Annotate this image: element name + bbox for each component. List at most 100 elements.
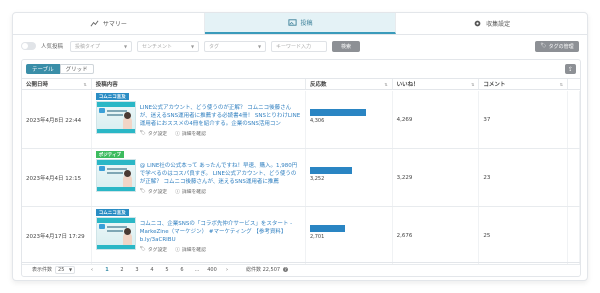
col-likes-label: いいね！: [396, 82, 419, 88]
tag-setting-link[interactable]: 🏷 タグ設定: [140, 188, 167, 195]
page-ellipsis: …: [194, 266, 200, 273]
help-icon[interactable]: ?: [283, 267, 289, 272]
tag-icon: 🏷: [139, 247, 146, 252]
gear-icon: [474, 20, 481, 27]
tag-placeholder: タグ: [209, 43, 220, 50]
col-date[interactable]: 公開日時 ⇅: [22, 79, 92, 89]
tab-summary-label: サマリー: [102, 21, 127, 28]
tag-manage-button[interactable]: 🏷 タグの管理: [535, 40, 579, 52]
posts-table-panel: テーブル グリッド ⇪ 公開日時 ⇅ 投稿内容 反応数 ⇅ いいね！ ⇅ コメント ⇅ …: [21, 59, 581, 277]
chart-line-icon: [90, 20, 99, 27]
reactions-cell: 4,306: [306, 91, 393, 148]
export-icon[interactable]: ⇪: [565, 64, 576, 74]
post-thumbnail[interactable]: [95, 217, 136, 250]
post-thumbnail[interactable]: [95, 159, 136, 192]
tag-setting-label: タグ設定: [147, 190, 168, 195]
detail-link[interactable]: ⓘ 詳細を確認: [175, 130, 206, 137]
per-page-select[interactable]: 25 ▼: [55, 265, 76, 274]
per-page-value: 25: [58, 266, 65, 273]
page-link[interactable]: 5: [161, 266, 173, 274]
row-date: 2023年4月17日 17:29: [22, 207, 92, 264]
comments-cell: 25: [479, 207, 569, 264]
total-count-label: 総件数 22,507: [246, 267, 281, 273]
table-row[interactable]: 2023年4月4日 12:15 ポジティブ @ LINE社の公式本って あったん…: [22, 149, 580, 207]
detail-link[interactable]: ⓘ 詳細を確認: [175, 188, 206, 195]
post-type-select[interactable]: 投稿タイプ ▼: [70, 40, 133, 52]
camera-icon: [98, 108, 105, 113]
next-page-icon[interactable]: ›: [221, 266, 233, 274]
detail-label: 詳細を確認: [181, 190, 206, 195]
view-switch: テーブル グリッド: [26, 64, 94, 74]
search-button[interactable]: 検索: [332, 40, 361, 52]
tag-select[interactable]: タグ ▼: [204, 40, 267, 52]
sort-icon: ⇅: [384, 81, 388, 87]
tag-manage-label: タグの管理: [548, 43, 574, 50]
table-header: 公開日時 ⇅ 投稿内容 反応数 ⇅ いいね！ ⇅ コメント ⇅: [22, 78, 580, 90]
chevron-down-icon: ▼: [68, 267, 73, 272]
post-text[interactable]: コムニコ、企業SNSの「コラボ先仲介サービス」をスタート - MarkeZine…: [140, 220, 301, 244]
tab-collect-settings[interactable]: 収集設定: [396, 13, 587, 34]
page-link[interactable]: 4: [146, 266, 158, 274]
sort-icon: ⇅: [559, 81, 564, 87]
app-frame: サマリー 投稿 収集設定 人気投稿 投稿タイプ ▼ センチメント ▼ タグ ▼ …: [12, 12, 588, 281]
tag-icon: 🏷: [540, 43, 547, 49]
extra-cell: [568, 91, 580, 148]
table-row[interactable]: 2023年4月17日 17:29 コムニコ言及 コムニコ、企業SNSの「コラボ先…: [22, 207, 580, 265]
post-content: コムニコ言及 LINE公式アカウント、どう使うのが正解？ コムニコ後藤さんが、迷…: [92, 91, 306, 148]
tab-posts[interactable]: 投稿: [204, 13, 397, 34]
sort-icon: ⇅: [83, 81, 87, 87]
col-reactions[interactable]: 反応数 ⇅: [306, 79, 393, 89]
table-row[interactable]: 2023年4月8日 22:44 コムニコ言及 LINE公式アカウント、どう使うの…: [22, 91, 580, 149]
col-likes[interactable]: いいね！ ⇅: [393, 79, 480, 89]
col-reactions-label: 反応数: [309, 82, 327, 88]
post-badge: ポジティブ: [95, 151, 124, 158]
post-badge: コムニコ言及: [95, 93, 129, 100]
post-actions: 🏷 タグ設定 ⓘ 詳細を確認: [140, 246, 206, 253]
view-grid-button[interactable]: グリッド: [59, 64, 94, 74]
post-actions: 🏷 タグ設定 ⓘ 詳細を確認: [140, 188, 206, 195]
tag-setting-link[interactable]: 🏷 タグ設定: [140, 130, 167, 137]
detail-link[interactable]: ⓘ 詳細を確認: [175, 246, 206, 253]
post-thumbnail[interactable]: [95, 101, 136, 134]
reactions-bar: [309, 167, 353, 174]
info-icon: ⓘ: [175, 132, 180, 137]
popular-toggle[interactable]: [21, 42, 36, 50]
col-comments[interactable]: コメント ⇅: [479, 79, 569, 89]
detail-label: 詳細を確認: [181, 132, 206, 137]
image-post-icon: [287, 19, 297, 26]
sentiment-placeholder: センチメント: [142, 43, 173, 50]
tag-setting-link[interactable]: 🏷 タグ設定: [140, 246, 167, 253]
reactions-cell: 3,252: [306, 149, 393, 206]
reactions-cell: 2,701: [306, 207, 393, 264]
keyword-input[interactable]: キーワード入力: [271, 40, 328, 52]
keyword-placeholder: キーワード入力: [276, 43, 312, 50]
last-page-link[interactable]: 400: [206, 266, 218, 274]
comments-cell: 23: [479, 149, 569, 206]
pagination: 表示件数 25 ▼ ‹ 1 2 3 4 5 6 … 400 › 総件数 22,5…: [22, 262, 580, 276]
tag-icon: 🏷: [139, 189, 146, 194]
page-link[interactable]: 6: [176, 266, 188, 274]
prev-page-icon[interactable]: ‹: [86, 266, 98, 274]
per-page-label: 表示件数: [32, 267, 53, 273]
tab-collect-settings-label: 収集設定: [486, 21, 511, 28]
row-date: 2023年4月8日 22:44: [22, 91, 92, 148]
col-content: 投稿内容: [92, 79, 306, 89]
tag-setting-label: タグ設定: [147, 132, 168, 137]
col-content-label: 投稿内容: [95, 82, 118, 88]
sentiment-select[interactable]: センチメント ▼: [137, 40, 200, 52]
post-text[interactable]: LINE公式アカウント、どう使うのが正解？ コムニコ後藤さんが、迷えるSNS運用…: [140, 104, 301, 128]
reactions-value: 2,701: [309, 234, 325, 240]
page-link[interactable]: 3: [131, 266, 143, 274]
total-count: 総件数 22,507 ?: [246, 266, 289, 273]
page-link[interactable]: 2: [116, 266, 128, 274]
col-date-label: 公開日時: [26, 82, 49, 88]
tag-icon: 🏷: [139, 131, 146, 136]
tab-summary[interactable]: サマリー: [13, 13, 205, 34]
page-link[interactable]: 1: [101, 266, 113, 274]
view-table-button[interactable]: テーブル: [26, 64, 60, 74]
post-text[interactable]: @ LINE社の公式本って あったんですね！早速、購入。1,980円で学べるのは…: [140, 162, 301, 186]
sort-icon: ⇅: [470, 81, 475, 87]
detail-label: 詳細を確認: [181, 248, 206, 253]
likes-cell: 3,229: [393, 149, 480, 206]
camera-icon: [98, 224, 105, 229]
